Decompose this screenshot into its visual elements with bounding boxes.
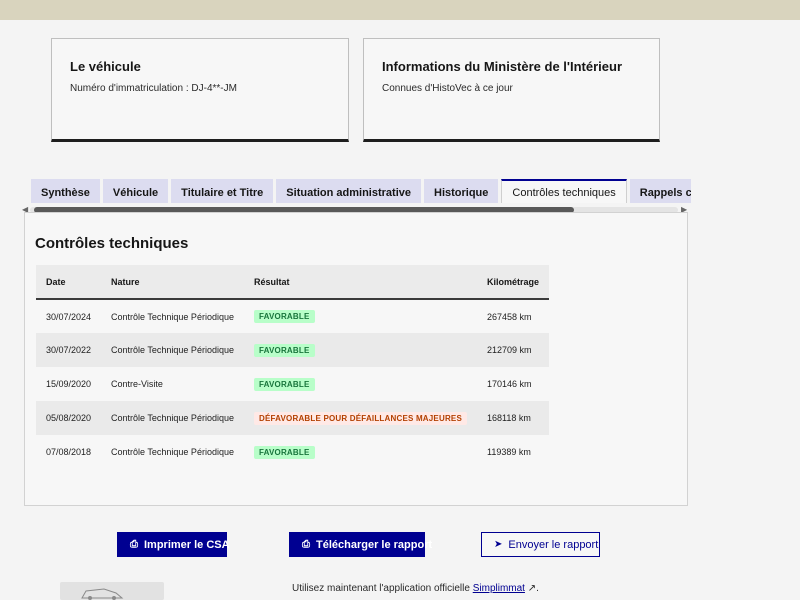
table-header-row: Date Nature Résultat Kilométrage	[36, 265, 550, 300]
send-icon: ➤	[494, 539, 503, 550]
cell-nature: Contrôle Technique Périodique	[101, 333, 244, 367]
inspections-table: Date Nature Résultat Kilométrage 30/07/2…	[36, 265, 550, 469]
print-csa-button[interactable]: ⎙ Imprimer le CSA	[117, 532, 230, 557]
cell-nature: Contrôle Technique Périodique	[111, 311, 234, 322]
cell-date: 30/07/2024	[46, 311, 92, 322]
vehicle-card-title: Le véhicule	[70, 59, 141, 74]
cell-mileage: 170146 km	[487, 379, 532, 389]
external-link-icon: ↗	[527, 583, 537, 594]
download-report-label: Télécharger le rapport	[316, 538, 433, 551]
column-header-nature: Nature	[101, 265, 244, 300]
tab-titulaire-et-titre[interactable]: Titulaire et Titre	[171, 179, 274, 203]
tab-rappels-constructeur[interactable]: Rappels constru	[629, 179, 691, 203]
print-csa-label: Imprimer le CSA	[144, 538, 230, 551]
vehicle-card: Le véhicule Numéro d'immatriculation : D…	[51, 38, 349, 142]
tab-vehicule[interactable]: Véhicule	[102, 179, 169, 203]
cell-date: 07/08/2018	[46, 447, 92, 457]
cell-mileage: 267458 km	[487, 311, 532, 322]
cell-mileage: 168118 km	[477, 401, 550, 435]
ministry-card: Informations du Ministère de l'Intérieur…	[363, 38, 660, 142]
column-header-result: Résultat	[243, 265, 477, 300]
tab-controles-techniques[interactable]: Contrôles techniques	[501, 179, 627, 203]
download-icon: ⎙	[302, 539, 310, 550]
table-row: 15/09/2020 Contre-Visite FAVORABLE 17014…	[36, 367, 549, 401]
simplimmat-promo: Utilisez maintenant l'application offici…	[292, 583, 539, 594]
print-icon: ⎙	[130, 539, 138, 550]
column-header-date: Date	[36, 265, 102, 300]
table-row: 30/07/2024 Contrôle Technique Périodique…	[36, 299, 549, 333]
table-row: 05/08/2020 Contrôle Technique Périodique…	[36, 401, 550, 435]
result-badge: FAVORABLE	[253, 310, 315, 323]
simplimmat-promo-text: Utilisez maintenant l'application offici…	[292, 583, 473, 594]
cell-mileage: 212709 km	[477, 333, 550, 367]
cell-nature: Contre-Visite	[111, 379, 163, 389]
car-illustration	[60, 582, 164, 600]
send-report-button[interactable]: ➤ Envoyer le rapport	[481, 532, 600, 557]
cell-nature: Contrôle Technique Périodique	[101, 401, 244, 435]
simplimmat-link[interactable]: Simplimmat	[473, 583, 525, 594]
result-badge: FAVORABLE	[253, 445, 315, 459]
cell-result: FAVORABLE	[244, 435, 477, 469]
cell-date: 15/09/2020	[46, 379, 92, 389]
cell-result: FAVORABLE	[244, 299, 477, 333]
top-strip	[0, 0, 800, 20]
cell-result: DÉFAVORABLE POUR DÉFAILLANCES MAJEURES	[243, 401, 477, 435]
result-badge: FAVORABLE	[253, 343, 315, 357]
cell-mileage: 119389 km	[487, 447, 531, 457]
tab-synthese[interactable]: Synthèse	[31, 179, 100, 203]
cell-nature: Contrôle Technique Périodique	[111, 447, 234, 457]
ministry-card-title: Informations du Ministère de l'Intérieur	[382, 59, 623, 74]
panel-title: Contrôles techniques	[35, 235, 189, 252]
technical-inspections-panel: Contrôles techniques Date Nature Résulta…	[24, 212, 688, 506]
tab-list: Synthèse Véhicule Titulaire et Titre Situat…	[31, 179, 691, 203]
table-row: 30/07/2022 Contrôle Technique Périodique…	[36, 333, 550, 367]
download-report-button[interactable]: ⎙ Télécharger le rapport	[289, 532, 432, 557]
plate-number-text: Numéro d'immatriculation : DJ-4**-JM	[70, 83, 237, 94]
cell-date: 30/07/2022	[36, 333, 102, 367]
tab-historique[interactable]: Historique	[424, 179, 499, 203]
tab-situation-administrative[interactable]: Situation administrative	[276, 179, 421, 203]
cell-result: FAVORABLE	[243, 333, 477, 367]
send-report-label: Envoyer le rapport	[508, 538, 599, 551]
cell-date: 05/08/2020	[36, 401, 102, 435]
result-badge: FAVORABLE	[253, 377, 315, 391]
cell-result: FAVORABLE	[244, 367, 477, 401]
result-badge: DÉFAVORABLE POUR DÉFAILLANCES MAJEURES	[253, 411, 467, 425]
table-row: 07/08/2018 Contrôle Technique Périodique…	[36, 435, 549, 469]
column-header-mileage: Kilométrage	[477, 265, 550, 300]
ministry-card-subtitle: Connues d'HistoVec à ce jour	[382, 83, 513, 94]
